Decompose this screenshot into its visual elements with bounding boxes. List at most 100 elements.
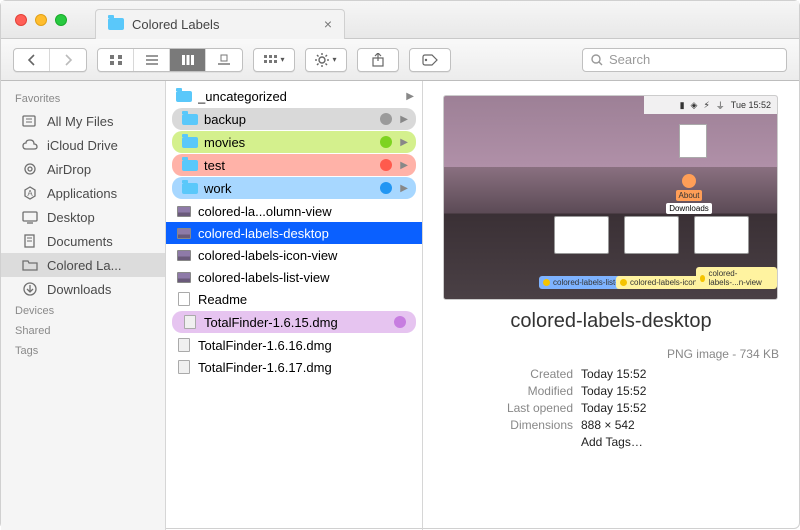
preview-title: colored-labels-desktop [443,310,779,333]
downloads-icon [21,281,39,297]
thumb-menubar: ▮◈⚡︎⏚Tue 15:52 [644,96,777,114]
icon-view-button[interactable] [98,49,134,71]
tab-title: Colored Labels [132,17,219,32]
file-item[interactable]: movies ▶ [172,131,416,153]
file-item[interactable]: test▶ [172,154,416,176]
share-button[interactable] [357,48,399,72]
file-item[interactable]: work ▶ [172,177,416,199]
meta-key: Modified [443,384,573,398]
preview-meta: PNG image - 734 KB [443,347,779,361]
sidebar-item-label: AirDrop [47,162,91,177]
file-icon [176,90,192,102]
chevron-right-icon: ▶ [400,114,408,125]
file-icon [176,205,192,217]
chevron-right-icon: ▶ [400,183,408,194]
file-item[interactable]: TotalFinder-1.6.17.dmg [166,356,422,378]
sidebar-section-devices: Devices [1,301,165,321]
apps-icon: A [21,185,39,201]
tags-button[interactable] [409,48,451,72]
file-name: test [204,158,374,173]
window-controls [1,14,81,26]
sidebar-item-documents[interactable]: Documents [1,229,165,253]
cloud-icon [21,137,39,153]
titlebar: Colored Labels × [1,1,799,39]
forward-button[interactable] [50,49,86,71]
meta-value: Today 15:52 [581,401,646,415]
action-button[interactable]: ▾ [305,48,347,72]
file-icon [182,159,198,171]
close-window-button[interactable] [15,14,27,26]
file-item[interactable]: colored-labels-icon-view [166,244,422,266]
all-files-icon [21,113,39,129]
maximize-window-button[interactable] [55,14,67,26]
preview-thumbnail: ▮◈⚡︎⏚Tue 15:52 About Downloads colored-l… [443,95,778,300]
meta-value: 888 × 542 [581,418,635,432]
search-field[interactable]: Search [582,48,787,72]
file-item[interactable]: colored-labels-desktop [166,222,422,244]
sidebar-item-all-files[interactable]: All My Files [1,109,165,133]
file-item[interactable]: backup ▶ [172,108,416,130]
add-tags-link[interactable]: Add Tags… [581,435,643,449]
sidebar-item-folder[interactable]: Colored La... [1,253,165,277]
file-name: movies [204,135,374,150]
documents-icon [21,233,39,249]
file-icon [182,113,198,125]
coverflow-view-button[interactable] [206,49,242,71]
file-name: work [204,181,374,196]
sidebar-item-label: All My Files [47,114,113,129]
main-content: Favorites All My Files iCloud Drive AirDro… [1,81,799,530]
chevron-down-icon: ▾ [332,55,336,64]
file-item[interactable]: TotalFinder-1.6.15.dmg [172,311,416,333]
file-item[interactable]: _uncategorized▶ [166,85,422,107]
nav-buttons [13,48,87,72]
sidebar-item-airdrop[interactable]: AirDrop [1,157,165,181]
file-icon [176,249,192,261]
file-icon [176,361,192,373]
sidebar: Favorites All My Files iCloud Drive AirDro… [1,81,166,530]
window-tab[interactable]: Colored Labels × [95,9,345,39]
sidebar-item-downloads[interactable]: Downloads [1,277,165,301]
minimize-window-button[interactable] [35,14,47,26]
sidebar-section-shared: Shared [1,321,165,341]
file-item[interactable]: colored-labels-list-view [166,266,422,288]
column-list[interactable]: _uncategorized▶backup▶movies▶test▶work▶c… [166,81,423,530]
arrange-button[interactable]: ▾ [253,48,295,72]
file-icon [182,136,198,148]
list-view-button[interactable] [134,49,170,71]
sidebar-item-desktop[interactable]: Desktop [1,205,165,229]
meta-value: Today 15:52 [581,384,646,398]
file-name: TotalFinder-1.6.15.dmg [204,315,388,330]
desktop-icon [21,209,39,225]
sidebar-item-label: Downloads [47,282,111,297]
file-item[interactable]: TotalFinder-1.6.16.dmg [166,334,422,356]
preview-pane: ▮◈⚡︎⏚Tue 15:52 About Downloads colored-l… [423,81,799,530]
chevron-right-icon: ▶ [400,137,408,148]
file-name: colored-labels-icon-view [198,248,414,263]
svg-text:A: A [27,189,33,198]
file-name: colored-la...olumn-view [198,204,414,219]
sidebar-item-cloud[interactable]: iCloud Drive [1,133,165,157]
file-icon [176,271,192,283]
sidebar-item-apps[interactable]: A Applications [1,181,165,205]
airdrop-icon [21,161,39,177]
sidebar-item-label: Applications [47,186,117,201]
sidebar-section-favorites: Favorites [1,89,165,109]
file-name: Readme [198,292,414,307]
toolbar: ▾ ▾ Search [1,39,799,81]
file-name: backup [204,112,374,127]
thumb-label: colored-labels-...n-view [696,267,777,289]
sidebar-item-label: iCloud Drive [47,138,118,153]
column-view-button[interactable] [170,49,206,71]
chevron-right-icon: ▶ [406,91,414,102]
file-item[interactable]: Readme [166,288,422,310]
back-button[interactable] [14,49,50,71]
tag-dot [380,136,392,148]
tag-dot [380,113,392,125]
tag-dot [380,159,392,171]
file-name: colored-labels-list-view [198,270,414,285]
file-item[interactable]: colored-la...olumn-view [166,200,422,222]
meta-key: Dimensions [443,418,573,432]
file-icon [182,182,198,194]
close-tab-icon[interactable]: × [324,16,332,32]
meta-key: Last opened [443,401,573,415]
